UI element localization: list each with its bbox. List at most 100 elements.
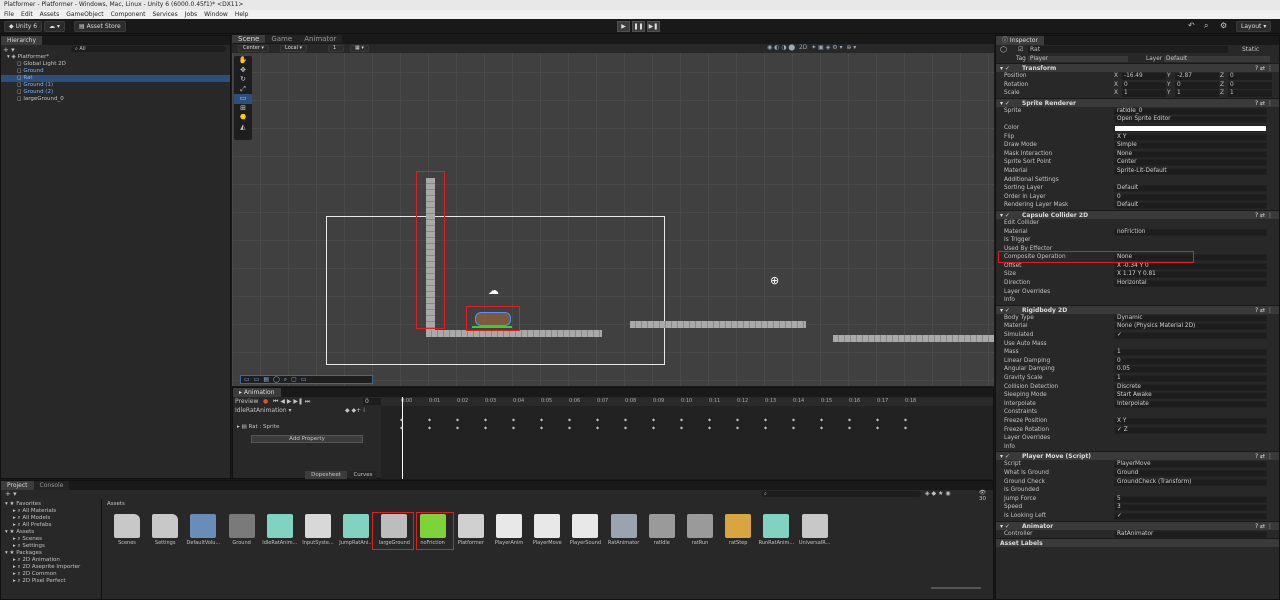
ground-1-platform[interactable] xyxy=(630,321,806,328)
property-value[interactable]: GroundCheck (Transform) xyxy=(1114,478,1267,486)
property-value[interactable]: ✓ xyxy=(1114,332,1267,340)
hierarchy-search[interactable]: ⌕ All xyxy=(71,46,226,52)
clip-dropdown[interactable]: IdleRatAnimation ▾ xyxy=(235,406,292,415)
asset-item[interactable]: ratIdle xyxy=(643,514,681,546)
ground-platform[interactable] xyxy=(426,330,602,337)
property-value[interactable]: Horizontal xyxy=(1114,280,1267,288)
project-tree-item[interactable]: ▸ ⌕ Settings xyxy=(3,543,99,550)
keyframe[interactable]: ◆ xyxy=(680,425,683,430)
project-tree-item[interactable]: ▾ ★ Favorites xyxy=(3,501,99,508)
search-icon[interactable]: ⌕ xyxy=(1204,21,1208,31)
step-button[interactable]: ▶❚ xyxy=(647,21,660,32)
asset-store-button[interactable]: ▤ Asset Store xyxy=(74,21,126,32)
project-tree-item[interactable]: ▸ ⌕ All Prefabs xyxy=(3,522,99,529)
asset-item[interactable]: ratStep xyxy=(719,514,757,546)
rotate-tool-icon[interactable]: ↻ xyxy=(234,75,252,85)
light-gizmo-icon[interactable]: ☁ xyxy=(488,284,499,297)
asset-item[interactable]: RunRatAnim... xyxy=(757,514,795,546)
custom-tool-icon[interactable]: ⬣ xyxy=(234,113,252,123)
property-value[interactable]: ratIdle_0 xyxy=(1114,107,1267,115)
property-value[interactable]: Sprite-Lit-Default xyxy=(1114,167,1267,175)
keyframe[interactable]: ◆ xyxy=(540,417,543,422)
keyframe[interactable]: ◆ xyxy=(820,417,823,422)
rotation-y-field[interactable]: 0 xyxy=(1175,81,1219,89)
hierarchy-item[interactable]: ◻ Ground (2) xyxy=(1,89,230,96)
tag-dropdown[interactable]: Player xyxy=(1028,56,1128,62)
add-icon[interactable]: + ▾ xyxy=(5,490,17,498)
keyframe[interactable]: ◆ xyxy=(596,425,599,430)
property-value[interactable]: Open Sprite Editor xyxy=(1114,116,1267,124)
asset-item[interactable]: PlayerMove xyxy=(528,514,566,546)
property-value[interactable]: X Y xyxy=(1114,417,1267,425)
rotation-x-field[interactable]: 0 xyxy=(1122,81,1166,89)
tab-scene[interactable]: Scene xyxy=(232,35,266,43)
editor-tool-icon[interactable]: ◭ xyxy=(234,123,252,133)
tab-dopesheet[interactable]: Dopesheet xyxy=(305,471,347,479)
property-value[interactable]: Default xyxy=(1114,202,1267,210)
project-tree-item[interactable]: ▸ ⌕ 2D Animation xyxy=(3,557,99,564)
property-value[interactable]: None (Physics Material 2D) xyxy=(1114,323,1267,331)
property-value[interactable]: Center xyxy=(1114,159,1267,167)
component-header[interactable]: ▾ ✓ Player Move (Script)? ⇄ ⋮ xyxy=(996,451,1279,461)
ground-2-platform[interactable] xyxy=(833,335,994,342)
property-value[interactable]: Start Awake xyxy=(1114,392,1267,400)
asset-item[interactable]: DefaultVolu... xyxy=(184,514,222,546)
position-x-field[interactable]: -16.49 xyxy=(1122,73,1166,80)
tab-project[interactable]: Project xyxy=(1,481,34,490)
asset-item[interactable]: ratRun xyxy=(681,514,719,546)
scene-view[interactable]: ✋ ✥ ↻ ⤢ ▭ ⊞ ⬣ ◭ ☁ ⊕ xyxy=(232,44,994,386)
component-header[interactable]: ▾ ✓ Sprite Renderer? ⇄ ⋮ xyxy=(996,97,1279,107)
keyframe[interactable]: ◆ xyxy=(484,417,487,422)
keyframe[interactable]: ◆ xyxy=(708,425,711,430)
property-value[interactable]: 3 xyxy=(1114,504,1267,512)
property-value[interactable]: 1 xyxy=(1114,349,1267,357)
pause-button[interactable]: ❚❚ xyxy=(632,21,645,32)
property-value[interactable]: 0 xyxy=(1114,193,1267,201)
project-tree-item[interactable]: ▾ ★ Packages xyxy=(3,550,99,557)
transform-tool-icon[interactable]: ⊞ xyxy=(234,104,252,114)
keyframe[interactable]: ◆ xyxy=(484,425,487,430)
asset-item[interactable]: UniversalR... xyxy=(796,514,834,546)
property-value[interactable]: ✓ xyxy=(1114,512,1267,520)
layout-dropdown[interactable]: Layout ▾ xyxy=(1236,21,1272,32)
property-value[interactable]: Interpolate xyxy=(1114,400,1267,408)
asset-item[interactable]: Platformer xyxy=(452,514,490,546)
active-checkbox[interactable]: ☑ xyxy=(1018,45,1023,55)
grid-icon[interactable]: ▦ ▾ xyxy=(350,45,369,52)
asset-item[interactable]: PlayerSound xyxy=(566,514,604,546)
asset-labels[interactable]: Asset Labels xyxy=(996,538,1279,548)
property-value[interactable]: Default xyxy=(1114,185,1267,193)
tile-palette-toolbar[interactable]: ▭▭▤◯⌕▢▭ xyxy=(240,375,373,384)
component-header[interactable]: ▾ ✓ Capsule Collider 2D? ⇄ ⋮ xyxy=(996,209,1279,219)
keyframe[interactable]: ◆ xyxy=(848,417,851,422)
project-tree-item[interactable]: ▸ ⌕ All Models xyxy=(3,515,99,522)
component-header[interactable]: ▾ ✓ Rigidbody 2D? ⇄ ⋮ xyxy=(996,304,1279,314)
scale-z-field[interactable]: 1 xyxy=(1228,90,1272,98)
property-value[interactable]: PlayerMove xyxy=(1114,461,1267,469)
keyframe[interactable]: ◆ xyxy=(876,417,879,422)
keyframe[interactable]: ◆ xyxy=(400,425,403,430)
layer-dropdown[interactable]: Default xyxy=(1164,56,1270,62)
play-button[interactable]: ▶ xyxy=(617,21,630,32)
menu-services[interactable]: Services xyxy=(152,10,177,19)
asset-item[interactable]: Scenes xyxy=(108,514,146,546)
keyframe[interactable]: ◆ xyxy=(876,425,879,430)
add-property-button[interactable]: Add Property xyxy=(251,435,363,443)
tab-game[interactable]: Game xyxy=(265,35,299,43)
property-value[interactable]: noFriction xyxy=(1114,228,1267,236)
keyframe[interactable]: ◆ xyxy=(680,417,683,422)
asset-item[interactable]: InputSyste... xyxy=(299,514,337,546)
keyframe[interactable]: ◆ xyxy=(428,425,431,430)
keyframe[interactable]: ◆ xyxy=(904,417,907,422)
property-value[interactable]: X -0.34 Y 0 xyxy=(1114,262,1267,270)
tab-console[interactable]: Console xyxy=(33,481,70,490)
static-toggle[interactable]: Static xyxy=(1242,45,1259,55)
hierarchy-item[interactable]: ▾ ◈ Platformer* xyxy=(1,54,230,61)
project-tree-item[interactable]: ▾ ★ Assets xyxy=(3,529,99,536)
property-value[interactable]: RatAnimator xyxy=(1114,530,1267,538)
scale-x-field[interactable]: 1 xyxy=(1122,90,1166,98)
property-value[interactable]: X 1.17 Y 0.81 xyxy=(1114,271,1267,279)
asset-item[interactable]: JumpRatAni... xyxy=(337,514,375,546)
keyframe[interactable]: ◆ xyxy=(792,425,795,430)
menu-window[interactable]: Window xyxy=(204,10,228,19)
